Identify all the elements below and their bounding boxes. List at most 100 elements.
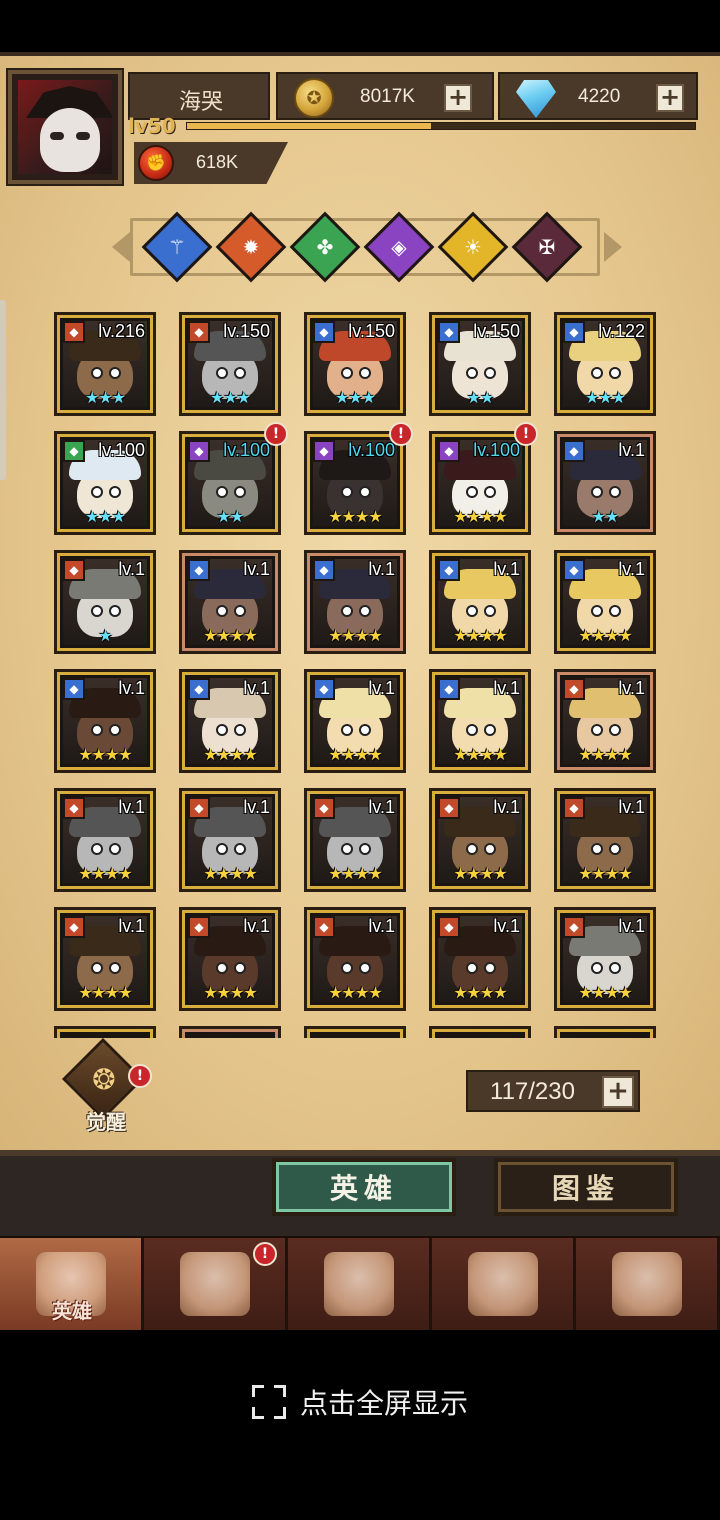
hero-card[interactable]: ◆ lv.1 ★★★★ — [54, 669, 156, 773]
awaken-button[interactable]: ❂ 觉醒 ! — [61, 1037, 152, 1134]
hero-eye — [591, 605, 603, 617]
hero-card[interactable]: ◆ lv.100 ★★! — [179, 422, 288, 535]
hero-class-icon: ◆ — [313, 797, 335, 819]
hero-card[interactable]: ◆ lv.1 ★ — [54, 550, 156, 654]
hero-card[interactable]: ◆ lv.100 ★★★ — [54, 431, 156, 535]
side-handle[interactable] — [0, 300, 6, 480]
hero-class-icon: ◆ — [63, 678, 85, 700]
hero-card[interactable]: ◆ lv.1 ★★★★ — [179, 669, 281, 773]
hero-class-icon: ◆ — [63, 797, 85, 819]
expand-capacity-button[interactable]: + — [602, 1076, 634, 1108]
hero-card[interactable]: ◆ lv.150 ★★★ — [179, 312, 281, 416]
tab-heroes[interactable]: 英雄 — [272, 1158, 456, 1216]
player-avatar[interactable] — [8, 70, 122, 184]
faction-filter-row: ⚚ ✹ ✤ ◈ ☀ ✠ — [112, 211, 622, 283]
hero-card[interactable]: ◆ lv.1 ★★★★ — [304, 550, 406, 654]
hero-card[interactable]: ◆ lv.150 ★★ — [429, 312, 531, 416]
hero-class-icon: ◆ — [313, 559, 335, 581]
add-gold-button[interactable]: + — [444, 84, 472, 112]
hero-eye — [109, 962, 121, 974]
scroll-left-arrow-icon[interactable] — [112, 232, 130, 262]
hero-card[interactable]: ◆ lv.1 ★★★★ — [304, 669, 406, 773]
hero-level: lv.1 — [618, 559, 645, 579]
hero-card[interactable]: ◆ lv.1 ★★★★ — [554, 669, 656, 773]
hero-card[interactable]: ◆ lv.100 ★★★★! — [429, 422, 538, 535]
add-gems-button[interactable]: + — [656, 84, 684, 112]
awaken-label: 觉醒 — [86, 1110, 126, 1134]
hero-eye — [234, 605, 246, 617]
hero-card[interactable]: ◆ lv.1 ★★★★ — [54, 907, 156, 1011]
hero-eye — [91, 843, 103, 855]
nav-item-castle-tower[interactable] — [432, 1238, 576, 1330]
hero-eye — [234, 843, 246, 855]
hero-card[interactable] — [54, 1026, 156, 1038]
faction-symbol: ◈ — [391, 235, 407, 259]
hero-card[interactable]: ◆ lv.1 ★★★★ — [429, 550, 531, 654]
hero-eye — [216, 843, 228, 855]
hero-eye — [591, 843, 603, 855]
hero-alert-badge: ! — [389, 422, 413, 446]
faction-symbol: ⚚ — [168, 235, 186, 259]
nav-item-crossed-swords[interactable] — [288, 1238, 432, 1330]
nav-item-ship-wheel-flag[interactable]: ! — [144, 1238, 288, 1330]
hero-level: lv.1 — [368, 916, 395, 936]
hero-stars: ★★★★ — [203, 983, 257, 1002]
hero-card[interactable]: ◆ lv.1 ★★★★ — [554, 907, 656, 1011]
hero-class-icon: ◆ — [438, 678, 460, 700]
gem-resource-bar: 4220 + — [498, 72, 698, 120]
hero-card[interactable]: ◆ lv.1 ★★★★ — [54, 788, 156, 892]
hero-eye — [91, 605, 103, 617]
hero-card[interactable]: ◆ lv.1 ★★★★ — [429, 669, 531, 773]
hero-eye — [359, 843, 371, 855]
hero-level: lv.122 — [598, 321, 645, 341]
hero-level: lv.1 — [118, 916, 145, 936]
hero-card[interactable]: ◆ lv.122 ★★★ — [554, 312, 656, 416]
hero-eye — [341, 486, 353, 498]
hero-card[interactable]: ◆ lv.1 ★★★★ — [304, 907, 406, 1011]
hero-card[interactable]: ◆ lv.1 ★★★★ — [179, 907, 281, 1011]
faction-symbol: ✠ — [538, 235, 556, 259]
gem-amount: 4220 — [578, 86, 621, 107]
hero-stars: ★★★★ — [578, 626, 632, 645]
hero-card[interactable]: ◆ lv.1 ★★★★ — [429, 788, 531, 892]
hero-eye — [609, 367, 621, 379]
hero-card[interactable]: ◆ lv.100 ★★★★! — [304, 422, 413, 535]
player-level: lv50 — [128, 114, 176, 138]
hero-card[interactable] — [304, 1026, 406, 1038]
hero-level: lv.1 — [243, 559, 270, 579]
hero-card[interactable]: ◆ lv.150 ★★★ — [304, 312, 406, 416]
hero-stars: ★★★★ — [328, 983, 382, 1002]
hero-eye — [91, 724, 103, 736]
hero-card[interactable]: ◆ lv.1 ★★★★ — [179, 550, 281, 654]
hero-card[interactable]: ◆ lv.1 ★★★★ — [304, 788, 406, 892]
hero-card[interactable]: ◆ lv.1 ★★★★ — [554, 550, 656, 654]
hero-card[interactable]: ◆ lv.1 ★★★★ — [179, 788, 281, 892]
hero-eye — [216, 605, 228, 617]
hero-class-icon: ◆ — [188, 797, 210, 819]
hero-grid: ◆ lv.216 ★★★ ◆ lv.150 ★★★ ◆ lv.150 ★★★ ◆ lv.150 ★★ ◆… — [54, 312, 658, 1038]
fullscreen-prompt[interactable]: 点击全屏显示 — [0, 1380, 720, 1424]
hero-level: lv.100 — [348, 440, 395, 460]
hero-card[interactable]: ◆ lv.1 ★★★★ — [429, 907, 531, 1011]
hero-card[interactable]: ◆ lv.1 ★★★★ — [554, 788, 656, 892]
hero-level: lv.1 — [243, 916, 270, 936]
hero-eye — [341, 843, 353, 855]
power-plate: ✊ 618K — [134, 142, 288, 184]
hero-eye — [359, 486, 371, 498]
nav-item-guild-handshake[interactable] — [576, 1238, 720, 1330]
hero-card[interactable] — [179, 1026, 281, 1038]
hero-eye — [341, 367, 353, 379]
hero-card[interactable] — [554, 1026, 656, 1038]
hero-level: lv.1 — [118, 797, 145, 817]
hero-eye — [234, 724, 246, 736]
bottom-navigation: 英雄! — [0, 1236, 720, 1330]
hero-card[interactable] — [429, 1026, 531, 1038]
crossed-swords-icon — [323, 1252, 394, 1316]
tab-codex[interactable]: 图鉴 — [494, 1158, 678, 1216]
avatar-eye — [76, 132, 90, 140]
avatar-portrait — [18, 80, 112, 174]
scroll-right-arrow-icon[interactable] — [604, 232, 622, 262]
nav-item-knight-helmet[interactable]: 英雄 — [0, 1238, 144, 1330]
hero-card[interactable]: ◆ lv.1 ★★ — [554, 431, 656, 535]
hero-card[interactable]: ◆ lv.216 ★★★ — [54, 312, 156, 416]
